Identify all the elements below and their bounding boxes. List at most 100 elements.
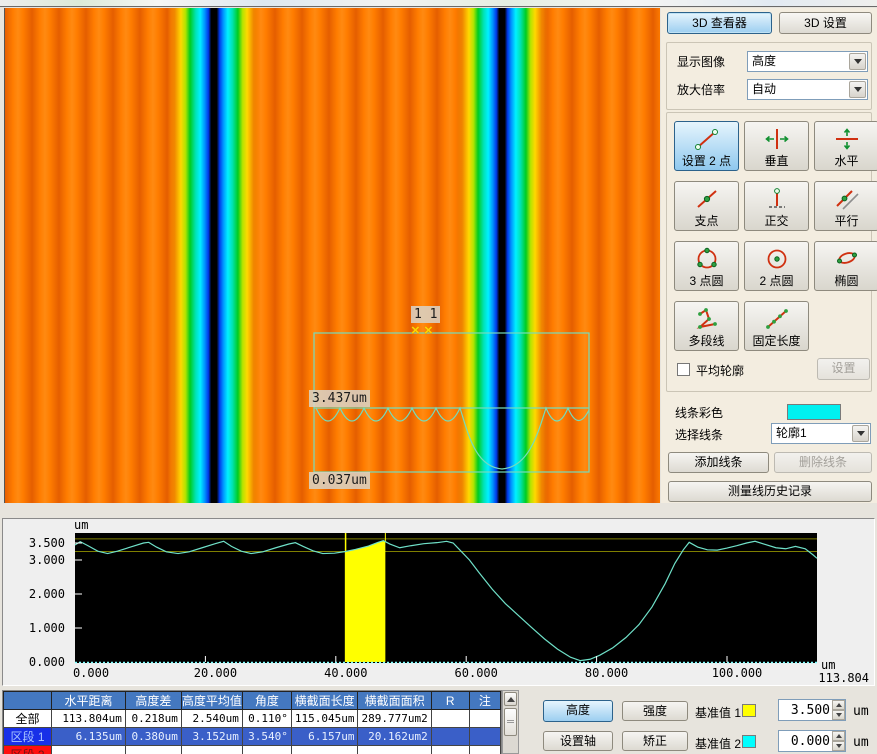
set-axis-button[interactable]: 设置轴 bbox=[543, 731, 613, 751]
svg-text:20.000: 20.000 bbox=[194, 666, 237, 680]
reference-2-spinner[interactable]: 0.000 bbox=[778, 730, 846, 752]
svg-text:60.000: 60.000 bbox=[455, 666, 498, 680]
table-header: 高度平均值 bbox=[181, 692, 242, 710]
reference-2-unit: um bbox=[853, 735, 869, 750]
svg-text:0.000: 0.000 bbox=[29, 655, 65, 669]
tool-horizontal[interactable]: 水平 bbox=[814, 121, 877, 171]
spin-down-icon[interactable] bbox=[832, 741, 845, 751]
spin-down-icon[interactable] bbox=[832, 710, 845, 720]
display-groupbox: 显示图像 高度 放大倍率 自动 bbox=[666, 42, 872, 110]
delete-line-button[interactable]: 删除线条 bbox=[774, 452, 872, 473]
tool-ellipse[interactable]: 椭圆 bbox=[814, 241, 877, 291]
spin-up-icon[interactable] bbox=[832, 731, 845, 741]
magnification-value: 自动 bbox=[748, 80, 849, 99]
magnification-select[interactable]: 自动 bbox=[747, 79, 868, 100]
profile-plot-panel: 3.5003.0002.0001.0000.0000.00020.00040.0… bbox=[2, 518, 875, 686]
results-table-wrap: 水平距离高度差高度平均值角度横截面长度横截面面积R注全部113.804um0.2… bbox=[2, 690, 502, 754]
svg-text:um: um bbox=[74, 519, 88, 532]
reference-1-color-swatch[interactable] bbox=[742, 704, 756, 717]
pivot-line-icon bbox=[692, 185, 722, 213]
reference-1-label: 基准值 1 bbox=[695, 704, 741, 721]
polyline-icon bbox=[692, 305, 722, 333]
table-row[interactable]: 区段 16.135um0.380um3.152um3.540°6.157um20… bbox=[4, 728, 501, 746]
segment-end-marker[interactable]: × bbox=[424, 325, 433, 337]
height-mode-button[interactable]: 高度 bbox=[543, 700, 613, 722]
tool-pivot[interactable]: 支点 bbox=[674, 181, 739, 231]
svg-text:80.000: 80.000 bbox=[585, 666, 628, 680]
table-header: 角度 bbox=[242, 692, 291, 710]
tab-3d-settings[interactable]: 3D 设置 bbox=[779, 12, 872, 34]
svg-text:113.804: 113.804 bbox=[818, 671, 869, 685]
svg-text:100.000: 100.000 bbox=[712, 666, 763, 680]
control-panel: 3D 查看器 3D 设置 显示图像 高度 放大倍率 自动 设置 2 点 垂直 bbox=[661, 8, 877, 503]
reference-1-spinner[interactable]: 3.500 bbox=[778, 699, 846, 721]
parallel-lines-icon bbox=[832, 185, 862, 213]
horizontal-line-icon bbox=[832, 125, 862, 153]
chevron-down-icon[interactable] bbox=[849, 81, 866, 98]
foreign-window-sliver bbox=[0, 0, 877, 7]
profile-chart[interactable]: 3.5003.0002.0001.0000.0000.00020.00040.0… bbox=[3, 519, 874, 685]
heightmap-view[interactable]: 1 1 × × 3.437um 0.037um bbox=[4, 8, 660, 503]
display-image-select[interactable]: 高度 bbox=[747, 51, 868, 72]
correction-button[interactable]: 矫正 bbox=[622, 731, 688, 751]
magnification-label: 放大倍率 bbox=[677, 81, 725, 98]
reference-1-value: 3.500 bbox=[779, 703, 832, 718]
select-line-dropdown[interactable]: 轮廓1 bbox=[771, 423, 871, 444]
average-profile-checkbox[interactable] bbox=[677, 363, 690, 376]
tool-parallel[interactable]: 平行 bbox=[814, 181, 877, 231]
reference-2-label: 基准值 2 bbox=[695, 735, 741, 752]
profile-settings-button[interactable]: 设置 bbox=[817, 358, 870, 380]
tool-fixed-length[interactable]: 固定长度 bbox=[744, 301, 809, 351]
orthogonal-line-icon bbox=[762, 185, 792, 213]
lower-height-label: 0.037um bbox=[309, 472, 370, 489]
ellipse-icon bbox=[832, 245, 862, 273]
tool-set-2-points[interactable]: 设置 2 点 bbox=[674, 121, 739, 171]
scrollbar-thumb[interactable] bbox=[504, 708, 517, 736]
vertical-line-icon bbox=[762, 125, 792, 153]
tool-orthogonal[interactable]: 正交 bbox=[744, 181, 809, 231]
measurement-history-button[interactable]: 测量线历史记录 bbox=[668, 481, 872, 502]
table-header: 横截面面积 bbox=[358, 692, 431, 710]
tab-3d-viewer[interactable]: 3D 查看器 bbox=[667, 12, 772, 34]
line-color-label: 线条彩色 bbox=[675, 404, 723, 421]
table-row[interactable]: 全部113.804um0.218um2.540um0.110°115.045um… bbox=[4, 710, 501, 728]
reference-2-color-swatch[interactable] bbox=[742, 735, 756, 748]
fixed-length-line-icon bbox=[762, 305, 792, 333]
intensity-mode-button[interactable]: 强度 bbox=[622, 701, 688, 721]
tool-3-point-circle[interactable]: 3 点圆 bbox=[674, 241, 739, 291]
table-header: 高度差 bbox=[125, 692, 181, 710]
table-header bbox=[4, 692, 52, 710]
add-line-button[interactable]: 添加线条 bbox=[668, 452, 769, 473]
tool-polyline[interactable]: 多段线 bbox=[674, 301, 739, 351]
segment-marker-label: 1 1 bbox=[411, 306, 440, 323]
two-point-line-icon bbox=[692, 125, 722, 153]
line-color-swatch[interactable] bbox=[787, 404, 841, 420]
spin-up-icon[interactable] bbox=[832, 700, 845, 710]
scroll-up-icon[interactable] bbox=[504, 692, 517, 706]
table-header: R bbox=[431, 692, 469, 710]
tool-vertical[interactable]: 垂直 bbox=[744, 121, 809, 171]
svg-text:0.000: 0.000 bbox=[73, 666, 109, 680]
reference-1-unit: um bbox=[853, 704, 869, 719]
svg-text:1.000: 1.000 bbox=[29, 621, 65, 635]
table-scrollbar[interactable] bbox=[502, 690, 519, 754]
table-header: 横截面长度 bbox=[291, 692, 358, 710]
three-point-circle-icon bbox=[692, 245, 722, 273]
display-image-label: 显示图像 bbox=[677, 53, 725, 70]
results-table[interactable]: 水平距离高度差高度平均值角度横截面长度横截面面积R注全部113.804um0.2… bbox=[3, 691, 501, 754]
upper-height-label: 3.437um bbox=[309, 390, 370, 407]
chevron-down-icon[interactable] bbox=[849, 53, 866, 70]
chevron-down-icon[interactable] bbox=[852, 425, 869, 442]
svg-text:2.000: 2.000 bbox=[29, 587, 65, 601]
reference-2-value: 0.000 bbox=[779, 734, 832, 749]
table-row[interactable]: 区段 2 bbox=[4, 746, 501, 754]
segment-start-marker[interactable]: × bbox=[411, 325, 420, 337]
average-profile-label: 平均轮廓 bbox=[696, 362, 744, 379]
tools-groupbox: 设置 2 点 垂直 水平 支点 bbox=[666, 112, 872, 392]
svg-text:3.000: 3.000 bbox=[29, 553, 65, 567]
table-header: 注 bbox=[469, 692, 500, 710]
measurement-overlay bbox=[5, 8, 660, 503]
select-line-label: 选择线条 bbox=[675, 426, 723, 443]
svg-text:40.000: 40.000 bbox=[324, 666, 367, 680]
tool-2-point-circle[interactable]: 2 点圆 bbox=[744, 241, 809, 291]
